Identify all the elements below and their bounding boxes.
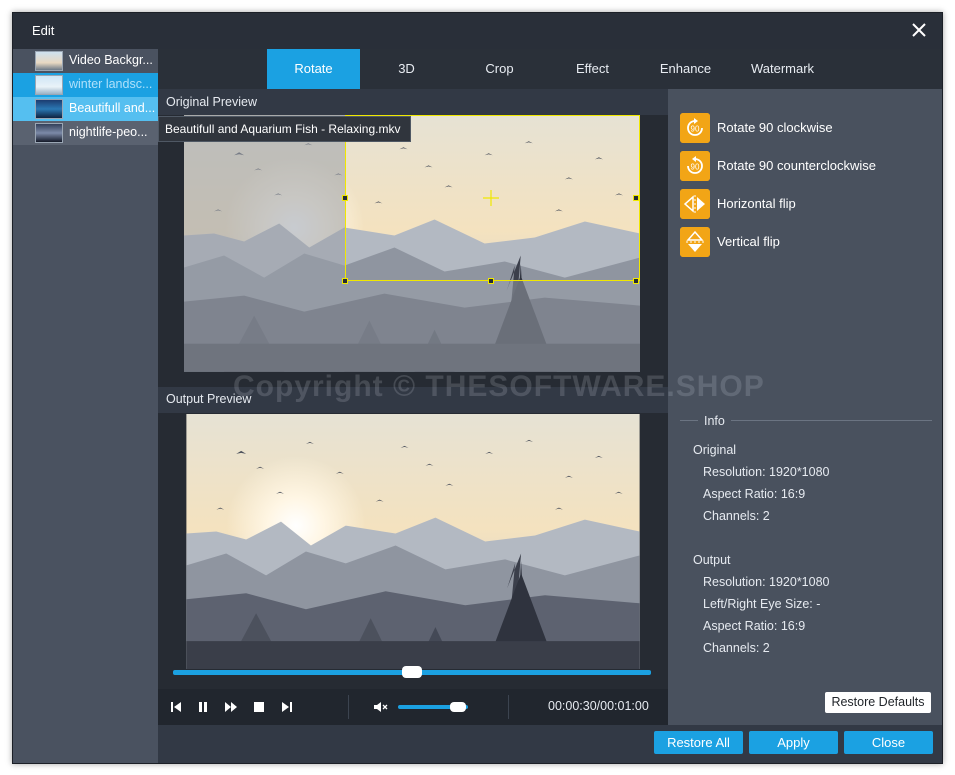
tab-enhance[interactable]: Enhance — [639, 49, 732, 89]
skip-forward-icon[interactable] — [279, 699, 295, 715]
file-name: Video Backgr... — [69, 53, 153, 67]
crop-handle[interactable] — [633, 195, 639, 201]
file-name: winter landsc... — [69, 77, 153, 91]
close-button[interactable]: Close — [844, 731, 933, 754]
action-label: Rotate 90 clockwise — [717, 120, 833, 135]
file-item[interactable]: Beautifull and... — [13, 97, 158, 121]
output-resolution: Resolution: 1920*1080 — [703, 575, 830, 589]
volume-mute-icon[interactable] — [372, 699, 388, 715]
thumbnail-image — [35, 123, 63, 143]
original-preview-header: Original Preview — [158, 89, 668, 115]
close-icon[interactable] — [910, 21, 928, 39]
output-preview-video — [186, 414, 640, 669]
file-tooltip: Beautifull and Aquarium Fish - Relaxing.… — [158, 116, 411, 142]
rotate-counterclockwise-button[interactable]: 90 Rotate 90 counterclockwise — [680, 151, 940, 181]
volume-slider[interactable] — [398, 702, 468, 712]
rotate-cw-icon: 90 — [680, 113, 710, 143]
original-aspect-ratio: Aspect Ratio: 16:9 — [703, 487, 806, 501]
output-channels: Channels: 2 — [703, 641, 770, 655]
progress-slider[interactable] — [173, 666, 651, 678]
rotate-ccw-icon: 90 — [680, 151, 710, 181]
file-item[interactable]: winter landsc... — [13, 73, 158, 97]
crop-handle[interactable] — [342, 278, 348, 284]
fast-forward-icon[interactable] — [223, 699, 239, 715]
output-aspect-ratio: Aspect Ratio: 16:9 — [703, 619, 806, 633]
info-title: Info — [698, 414, 731, 428]
footer-bar: Restore All Apply Close — [158, 725, 942, 763]
action-label: Rotate 90 counterclockwise — [717, 158, 876, 173]
vertical-flip-button[interactable]: Vertical flip — [680, 227, 940, 257]
tab-crop[interactable]: Crop — [453, 49, 546, 89]
player-controls: 00:00:30/00:01:00 — [158, 689, 668, 725]
original-preview-video — [184, 115, 640, 372]
original-resolution: Resolution: 1920*1080 — [703, 465, 830, 479]
rotate-clockwise-button[interactable]: 90 Rotate 90 clockwise — [680, 113, 940, 143]
volume-handle[interactable] — [449, 702, 466, 712]
action-label: Vertical flip — [717, 234, 780, 249]
output-preview-image — [186, 414, 640, 669]
crop-center-icon[interactable] — [482, 189, 500, 207]
edit-window: Edit Video Backgr... winter landsc... Be… — [12, 12, 943, 764]
window-title: Edit — [32, 23, 55, 38]
skip-back-icon[interactable] — [168, 699, 184, 715]
stop-icon[interactable] — [251, 699, 267, 715]
pause-icon[interactable] — [195, 699, 211, 715]
time-display: 00:00:30/00:01:00 — [548, 699, 649, 713]
crop-handle[interactable] — [342, 195, 348, 201]
restore-defaults-button[interactable]: Restore Defaults — [825, 692, 931, 713]
restore-all-button[interactable]: Restore All — [654, 731, 743, 754]
original-heading: Original — [693, 443, 737, 457]
original-preview-label: Original Preview — [166, 95, 258, 109]
file-name: Beautifull and... — [69, 101, 156, 115]
svg-text:90: 90 — [691, 163, 700, 172]
tab-3d[interactable]: 3D — [360, 49, 453, 89]
output-eye-size: Left/Right Eye Size: - — [703, 597, 821, 611]
tab-rotate[interactable]: Rotate — [267, 49, 360, 89]
divider — [508, 695, 509, 719]
rotate-options-panel: 90 Rotate 90 clockwise 90 Rotate 90 coun… — [668, 89, 942, 725]
tab-effect[interactable]: Effect — [546, 49, 639, 89]
apply-button[interactable]: Apply — [749, 731, 838, 754]
action-label: Horizontal flip — [717, 196, 796, 211]
file-list: Video Backgr... winter landsc... Beautif… — [13, 49, 158, 763]
title-bar: Edit — [13, 13, 942, 49]
file-item[interactable]: nightlife-peo... — [13, 121, 158, 145]
thumbnail-image — [35, 75, 63, 95]
thumbnail-image — [35, 51, 63, 71]
flip-horizontal-icon — [680, 189, 710, 219]
svg-text:90: 90 — [691, 125, 700, 134]
tab-watermark[interactable]: Watermark — [736, 49, 829, 89]
copyright-watermark: Copyright © THESOFTWARE.SHOP — [233, 370, 765, 403]
file-name: nightlife-peo... — [69, 125, 148, 139]
horizontal-flip-button[interactable]: Horizontal flip — [680, 189, 940, 219]
thumbnail-image — [35, 99, 63, 119]
original-channels: Channels: 2 — [703, 509, 770, 523]
crop-handle[interactable] — [488, 278, 494, 284]
output-heading: Output — [693, 553, 731, 567]
flip-vertical-icon — [680, 227, 710, 257]
edit-tabs: Rotate 3D Crop Effect Enhance Watermark — [158, 49, 942, 89]
divider — [348, 695, 349, 719]
progress-handle[interactable] — [402, 666, 422, 678]
crop-handle[interactable] — [633, 278, 639, 284]
file-item[interactable]: Video Backgr... — [13, 49, 158, 73]
